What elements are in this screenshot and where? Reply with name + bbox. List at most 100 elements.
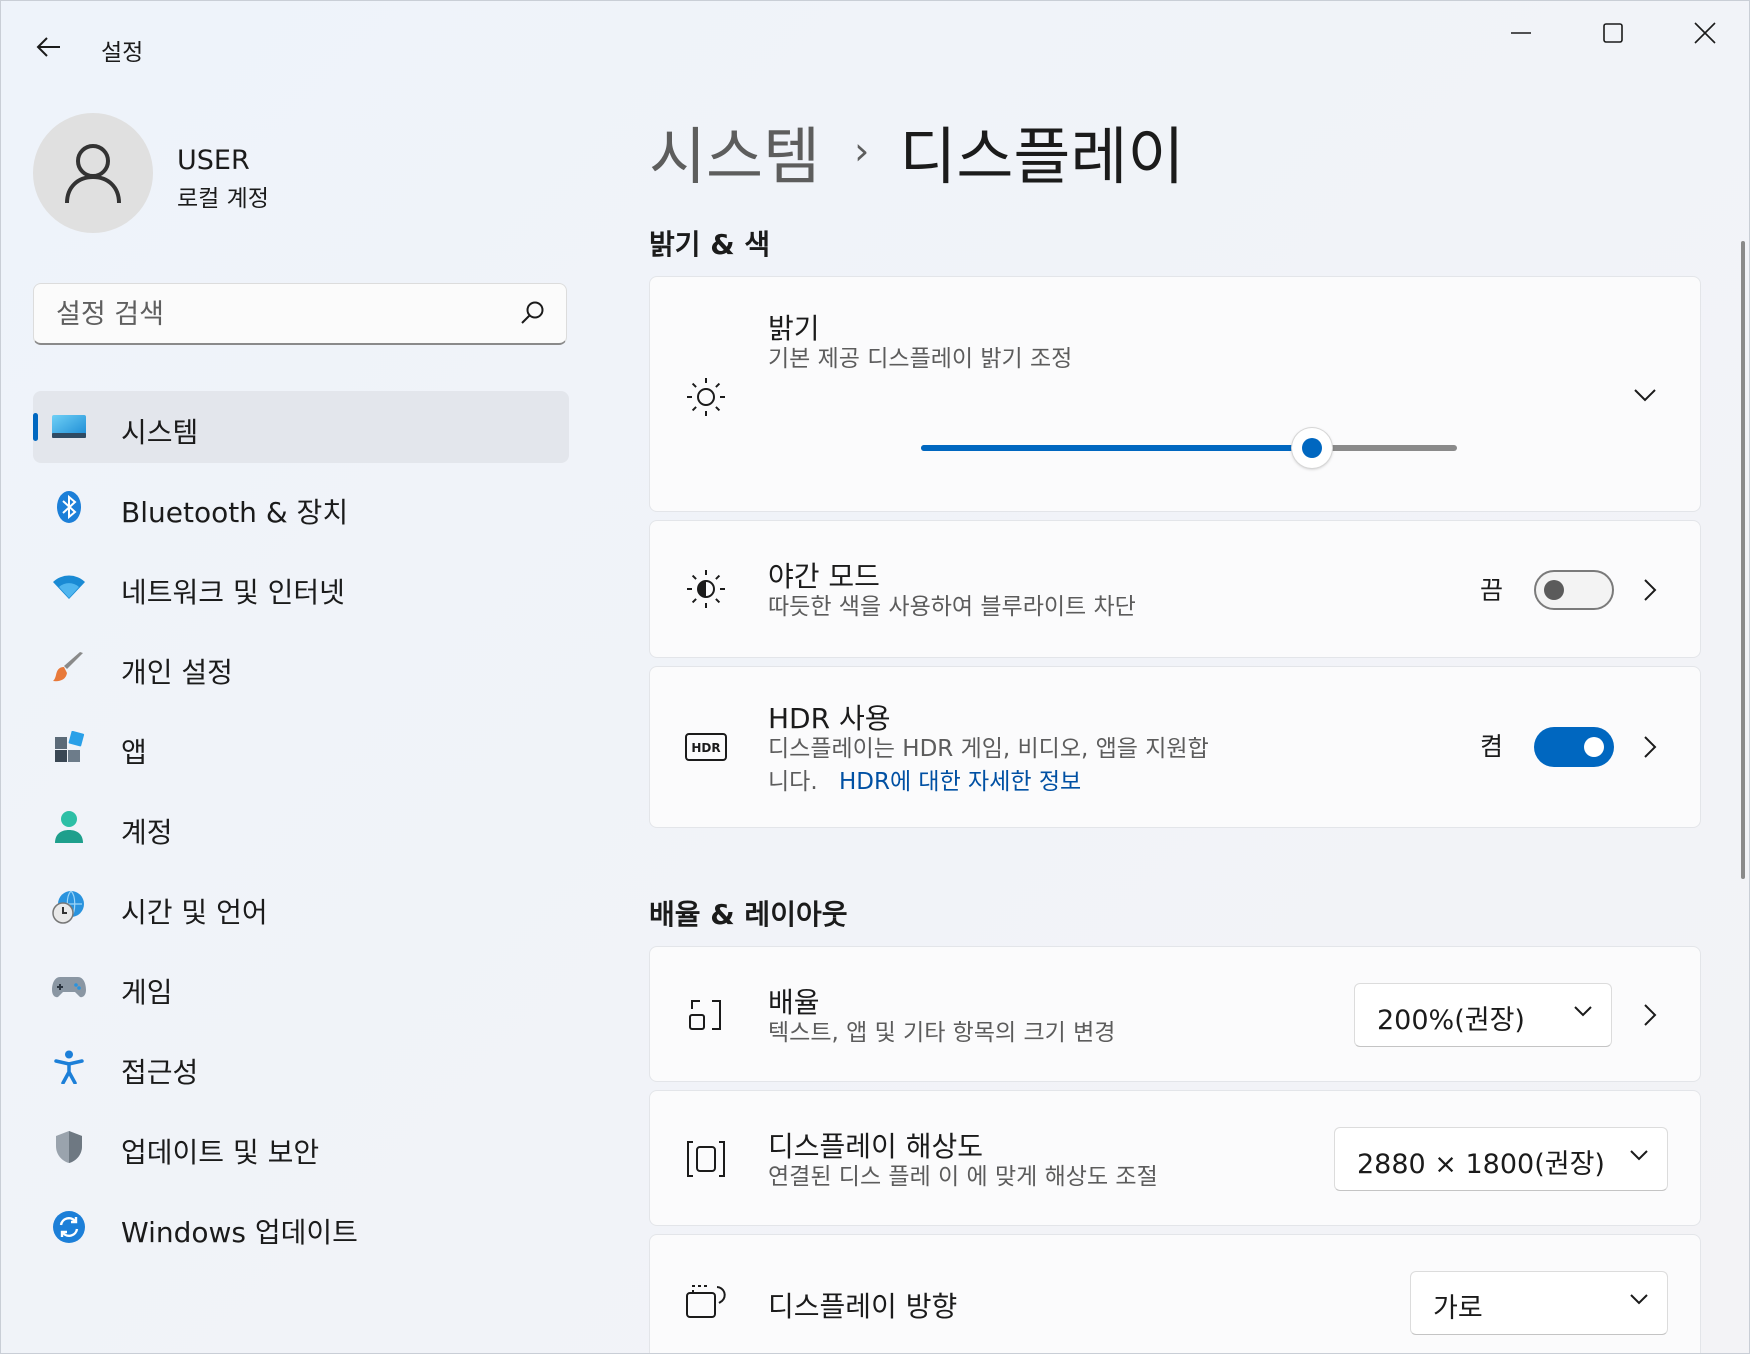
sidebar-item-update-security[interactable]: 업데이트 및 보안 xyxy=(33,1111,569,1183)
system-icon xyxy=(51,409,87,445)
night-light-subtitle: 따듯한 색을 사용하여 블루라이트 차단 xyxy=(768,594,1136,620)
user-account-type: 로컬 계정 xyxy=(177,186,269,212)
sidebar-item-label: Windows 업데이트 xyxy=(121,1216,358,1249)
sidebar-item-apps[interactable]: 앱 xyxy=(33,711,569,783)
chevron-right-icon[interactable] xyxy=(1635,1000,1665,1030)
breadcrumb-parent[interactable]: 시스템 xyxy=(649,106,820,196)
title-bar: 설정 xyxy=(1,1,1749,91)
chevron-down-icon xyxy=(1573,1002,1593,1021)
hdr-subtitle-line1: 디스플레이는 HDR 게임, 비디오, 앱을 지원합 xyxy=(768,736,1209,762)
sidebar-nav: 시스템 Bluetooth & 장치 네트워크 및 인터넷 개인 설정 앱 계정… xyxy=(33,391,569,1271)
page-title: 디스플레이 xyxy=(899,120,1185,193)
close-button[interactable] xyxy=(1659,1,1749,65)
update-icon xyxy=(51,1209,87,1245)
maximize-icon xyxy=(1603,23,1623,43)
sidebar-item-label: 업데이트 및 보안 xyxy=(121,1136,320,1169)
app-title: 설정 xyxy=(101,40,144,66)
scale-subtitle: 텍스트, 앱 및 기타 항목의 크기 변경 xyxy=(768,1020,1116,1046)
chevron-down-icon xyxy=(1629,1146,1649,1165)
wifi-icon xyxy=(51,569,87,605)
shield-icon xyxy=(51,1129,87,1165)
orientation-dropdown-value: 가로 xyxy=(1433,1293,1483,1324)
sidebar-item-personalization[interactable]: 개인 설정 xyxy=(33,631,569,703)
time-language-icon xyxy=(51,889,87,925)
hdr-card[interactable]: HDR HDR 사용 디스플레이는 HDR 게임, 비디오, 앱을 지원합 니다… xyxy=(649,666,1701,828)
hdr-state: 켬 xyxy=(1480,732,1504,761)
scale-card[interactable]: 배율 텍스트, 앱 및 기타 항목의 크기 변경 200%(권장) xyxy=(649,946,1701,1082)
sidebar-item-label: 접근성 xyxy=(121,1056,199,1089)
chevron-right-icon[interactable] xyxy=(1635,575,1665,605)
orientation-card[interactable]: 디스플레이 방향 가로 xyxy=(649,1234,1701,1353)
sidebar-item-label: 게임 xyxy=(121,976,173,1009)
brightness-slider-thumb[interactable] xyxy=(1292,428,1333,468)
sidebar-item-accessibility[interactable]: 접근성 xyxy=(33,1031,569,1103)
scale-dropdown[interactable]: 200%(권장) xyxy=(1354,983,1612,1047)
search-input[interactable] xyxy=(54,284,498,344)
night-light-icon xyxy=(684,567,728,611)
brightness-card[interactable]: 밝기 기본 제공 디스플레이 밝기 조정 xyxy=(649,276,1701,512)
user-name: USER xyxy=(177,145,250,176)
sidebar-item-time-language[interactable]: 시간 및 언어 xyxy=(33,871,569,943)
sidebar-item-accounts[interactable]: 계정 xyxy=(33,791,569,863)
section-title-brightness-color: 밝기 & 색 xyxy=(649,228,771,261)
settings-window: 설정 USER 로컬 계정 시스템 xyxy=(0,0,1750,1354)
search-icon[interactable] xyxy=(520,300,546,330)
night-light-card[interactable]: 야간 모드 따듯한 색을 사용하여 블루라이트 차단 끔 xyxy=(649,520,1701,658)
resolution-dropdown[interactable]: 2880 × 1800(권장) xyxy=(1334,1127,1668,1191)
chevron-down-icon[interactable] xyxy=(1630,380,1660,410)
breadcrumb-separator: › xyxy=(854,129,870,173)
chevron-right-icon[interactable] xyxy=(1635,732,1665,762)
bluetooth-icon xyxy=(51,489,87,525)
hdr-subtitle-line2: 니다. xyxy=(768,769,818,795)
arrow-left-icon xyxy=(36,37,60,57)
brightness-slider-fill xyxy=(921,445,1313,451)
night-light-title: 야간 모드 xyxy=(768,560,880,593)
chevron-down-icon xyxy=(1629,1290,1649,1309)
hdr-learn-more-link[interactable]: HDR에 대한 자세한 정보 xyxy=(839,769,1081,795)
maximize-button[interactable] xyxy=(1567,1,1659,65)
brightness-slider[interactable] xyxy=(921,428,1457,468)
active-indicator xyxy=(33,413,38,441)
resolution-icon xyxy=(684,1137,728,1181)
hdr-title: HDR 사용 xyxy=(768,702,891,735)
sidebar-item-bluetooth[interactable]: Bluetooth & 장치 xyxy=(33,471,569,543)
back-button[interactable] xyxy=(27,25,71,69)
minimize-button[interactable] xyxy=(1475,1,1567,65)
user-icon xyxy=(65,144,121,204)
breadcrumb: 시스템 › 디스플레이 xyxy=(649,111,1185,193)
scale-icon xyxy=(684,993,728,1037)
sidebar-item-network[interactable]: 네트워크 및 인터넷 xyxy=(33,551,569,623)
sidebar-item-label: 시스템 xyxy=(121,416,199,449)
apps-icon xyxy=(51,729,87,765)
toggle-knob xyxy=(1584,737,1604,757)
minimize-icon xyxy=(1511,32,1531,34)
scrollbar[interactable] xyxy=(1741,241,1745,879)
accessibility-icon xyxy=(51,1049,87,1085)
sidebar-item-gaming[interactable]: 게임 xyxy=(33,951,569,1023)
brightness-subtitle: 기본 제공 디스플레이 밝기 조정 xyxy=(768,346,1073,372)
sidebar-item-label: 앱 xyxy=(121,736,147,769)
sidebar-item-label: Bluetooth & 장치 xyxy=(121,496,349,529)
hdr-toggle[interactable] xyxy=(1534,727,1614,767)
brightness-title: 밝기 xyxy=(768,312,820,345)
svg-text:HDR: HDR xyxy=(691,741,720,755)
search-box[interactable] xyxy=(33,283,567,345)
avatar[interactable] xyxy=(33,113,153,233)
scale-dropdown-value: 200%(권장) xyxy=(1377,1005,1525,1036)
section-title-scale-layout: 배율 & 레이아웃 xyxy=(649,898,848,931)
orientation-dropdown[interactable]: 가로 xyxy=(1410,1271,1668,1335)
sidebar-item-system[interactable]: 시스템 xyxy=(33,391,569,463)
sidebar-item-label: 개인 설정 xyxy=(121,656,233,689)
orientation-title: 디스플레이 방향 xyxy=(768,1290,958,1323)
scale-title: 배율 xyxy=(768,986,820,1019)
resolution-subtitle: 연결된 디스 플레 이 에 맞게 해상도 조절 xyxy=(768,1164,1158,1190)
night-light-toggle[interactable] xyxy=(1534,570,1614,610)
resolution-card[interactable]: 디스플레이 해상도 연결된 디스 플레 이 에 맞게 해상도 조절 2880 ×… xyxy=(649,1090,1701,1226)
sidebar-item-label: 계정 xyxy=(121,816,173,849)
gamepad-icon xyxy=(51,969,87,1005)
close-icon xyxy=(1694,22,1716,44)
hdr-icon: HDR xyxy=(684,725,728,769)
hdr-subtitle: 디스플레이는 HDR 게임, 비디오, 앱을 지원합 니다. HDR에 대한 자… xyxy=(768,733,1209,799)
resolution-dropdown-value: 2880 × 1800(권장) xyxy=(1357,1149,1605,1180)
sidebar-item-windows-update[interactable]: Windows 업데이트 xyxy=(33,1191,569,1263)
